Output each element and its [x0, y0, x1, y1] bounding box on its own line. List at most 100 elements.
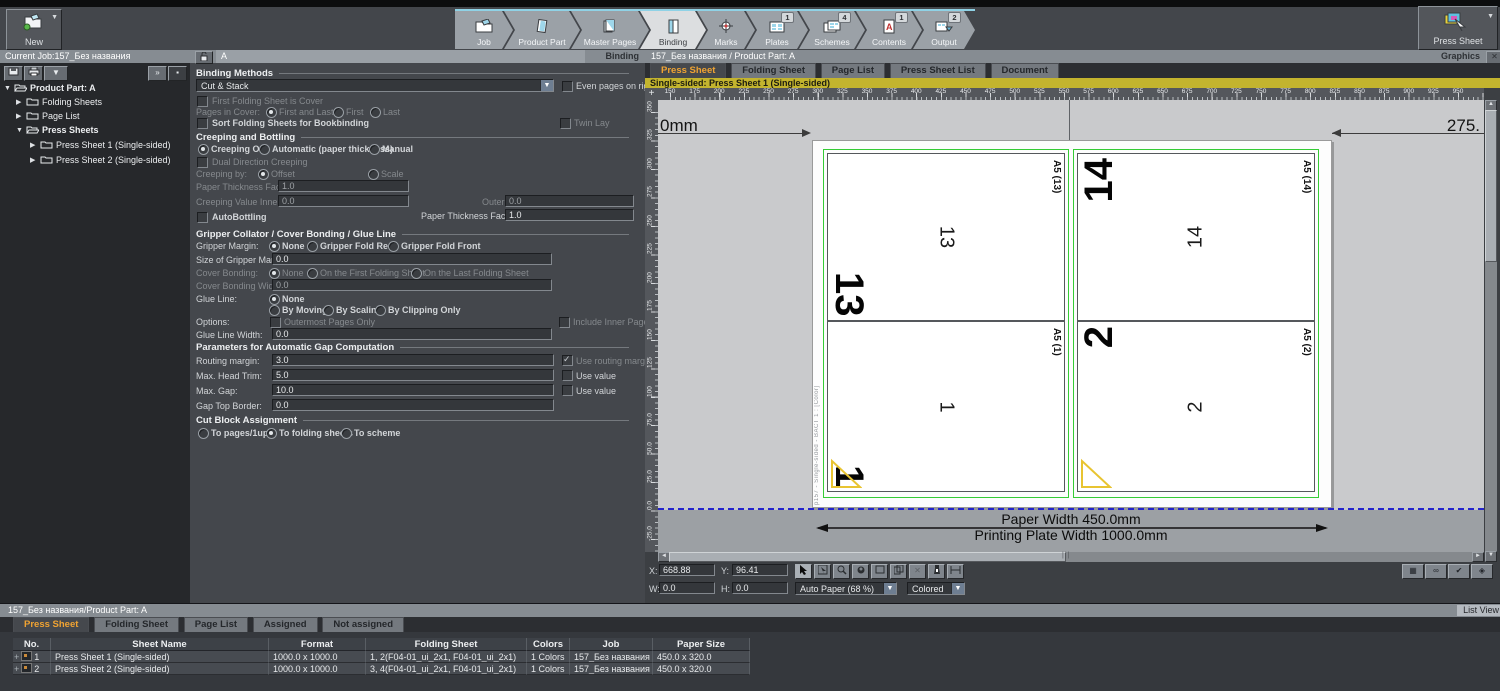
tab-folding-sheet[interactable]: Folding Sheet — [731, 63, 816, 78]
page-cell-14[interactable]: A5 (14) 14 14 — [1077, 153, 1315, 321]
cell-no[interactable]: +2 — [13, 663, 51, 675]
workflow-step-product-part[interactable]: Product Part — [504, 11, 580, 49]
workflow-step-plates[interactable]: 1 Plates — [746, 11, 808, 49]
h-scroll-grip[interactable]: ||| — [1062, 552, 1070, 559]
tree-item-page-list[interactable]: ▶ Page List — [16, 110, 80, 122]
col-format[interactable]: Format — [269, 638, 366, 651]
glue-none-radio[interactable] — [269, 294, 280, 305]
glue-width-input[interactable] — [272, 328, 552, 340]
creeping-off-radio[interactable] — [198, 144, 209, 155]
col-job[interactable]: Job — [570, 638, 653, 651]
press-sheet[interactable]: A5 (13) 13 13 A5 (1) 1 1 A5 (14) 14 — [812, 140, 1332, 508]
cell-format[interactable]: 1000.0 x 1000.0 — [269, 663, 366, 675]
glue-clipping-radio[interactable] — [375, 305, 386, 316]
new-button[interactable]: ▼ New — [6, 9, 62, 50]
tab-press-sheet-bottom[interactable]: Press Sheet — [13, 617, 89, 632]
collapsed-arrow-icon[interactable]: ▶ — [16, 112, 23, 120]
pages-tool-button[interactable] — [890, 564, 907, 579]
table-row[interactable]: +1 Press Sheet 1 (Single-sided) 1000.0 x… — [13, 651, 750, 663]
link-sheets-button[interactable]: ∞ — [1425, 564, 1447, 579]
tree-item-folding-sheets[interactable]: ▶ Folding Sheets — [16, 96, 102, 108]
gripper-rear-radio[interactable] — [307, 241, 318, 252]
measure-tool-button[interactable] — [947, 564, 964, 579]
tree-item-press-sheet-2[interactable]: ▶ Press Sheet 2 (Single-sided) — [30, 154, 171, 166]
more-actions-dropdown[interactable]: ▼ — [44, 66, 68, 81]
page-cell-2[interactable]: A5 (2) 2 2 — [1077, 321, 1315, 492]
beamer-button[interactable]: ◈ — [1471, 564, 1493, 579]
tab-not-assigned[interactable]: Not assigned — [322, 617, 404, 632]
tab-press-sheet-list[interactable]: Press Sheet List — [890, 63, 986, 78]
scroll-right-icon[interactable]: ► — [1472, 552, 1484, 562]
page-cell-1[interactable]: A5 (1) 1 1 — [827, 321, 1065, 492]
forward-button[interactable]: » — [148, 66, 167, 81]
zoom-tool-button[interactable] — [833, 564, 850, 579]
gap-top-input[interactable] — [272, 399, 554, 411]
x-input[interactable] — [659, 564, 715, 576]
cell-paper-size[interactable]: 450.0 x 320.0 — [653, 651, 750, 663]
v-scroll-thumb[interactable] — [1485, 110, 1497, 262]
cut-pages-radio[interactable] — [198, 428, 209, 439]
cut-scheme-radio[interactable] — [341, 428, 352, 439]
max-gap-input[interactable] — [272, 384, 554, 396]
col-no[interactable]: No. — [13, 638, 51, 651]
cell-colors[interactable]: 1 Colors — [527, 651, 570, 663]
plate-view-button[interactable]: ▦ — [1402, 564, 1424, 579]
workflow-step-master-pages[interactable]: Master Pages — [571, 11, 649, 49]
h-scroll-thumb[interactable] — [669, 552, 1066, 562]
press-sheet-view-button[interactable]: ▼ Press Sheet — [1418, 6, 1498, 50]
list-view-button[interactable]: List View — [1457, 605, 1500, 616]
routing-input[interactable] — [272, 354, 554, 366]
new-dropdown-arrow-icon[interactable]: ▼ — [51, 14, 58, 21]
tab-page-list[interactable]: Page List — [821, 63, 885, 78]
cell-format[interactable]: 1000.0 x 1000.0 — [269, 651, 366, 663]
tree-item-press-sheet-1[interactable]: ▶ Press Sheet 1 (Single-sided) — [30, 139, 171, 151]
cell-job[interactable]: 157_Без названия — [570, 663, 653, 675]
cell-folding-sheet[interactable]: 1, 2(F04-01_ui_2x1, F04-01_ui_2x1) — [366, 651, 527, 663]
zoom-select[interactable]: Auto Paper (68 %) ▼ — [795, 582, 897, 595]
select-tool-button[interactable] — [795, 564, 812, 579]
pin-panel-button[interactable]: ▪ — [168, 66, 187, 81]
tree-item-product-part[interactable]: ▼ Product Part: A — [4, 82, 96, 94]
expanded-arrow-icon[interactable]: ▼ — [4, 85, 11, 92]
w-input[interactable] — [659, 582, 715, 594]
head-trim-input[interactable] — [272, 369, 554, 381]
ink-tool-button[interactable] — [928, 564, 945, 579]
pan-tool-button[interactable] — [852, 564, 869, 579]
h-input[interactable] — [732, 582, 788, 594]
tree-item-press-sheets[interactable]: ▼ Press Sheets — [16, 124, 99, 136]
ruler-origin-icon[interactable]: + — [645, 88, 658, 100]
cell-paper-size[interactable]: 450.0 x 320.0 — [653, 663, 750, 675]
tab-folding-sheet-bottom[interactable]: Folding Sheet — [94, 617, 179, 632]
col-colors[interactable]: Colors — [527, 638, 570, 651]
paper-thickness2-input[interactable] — [505, 209, 634, 221]
frame-tool-button[interactable] — [871, 564, 888, 579]
even-pages-checkbox[interactable] — [562, 81, 573, 92]
collapsed-arrow-icon[interactable]: ▶ — [30, 156, 37, 164]
h-scrollbar[interactable]: ◄ ► ||| — [658, 552, 1484, 562]
tab-page-list-bottom[interactable]: Page List — [184, 617, 248, 632]
scroll-down-icon[interactable]: ▼ — [1485, 551, 1497, 562]
collapsed-arrow-icon[interactable]: ▶ — [16, 98, 23, 106]
chevron-down-icon[interactable]: ▼ — [951, 583, 964, 594]
expanded-arrow-icon[interactable]: ▼ — [16, 127, 23, 134]
creeping-auto-radio[interactable] — [259, 144, 270, 155]
h-ruler[interactable]: 1501752002252502753003253503754004254504… — [658, 88, 1484, 100]
workflow-step-job[interactable]: Job — [455, 11, 513, 49]
lock-icon[interactable] — [195, 51, 213, 64]
cut-folding-radio[interactable] — [266, 428, 277, 439]
binding-method-select[interactable]: Cut & Stack ▼ — [196, 79, 554, 92]
cell-sheet-name[interactable]: Press Sheet 1 (Single-sided) — [51, 651, 269, 663]
workflow-step-schemes[interactable]: 4 Schemes — [799, 11, 865, 49]
sort-bookbinding-checkbox[interactable] — [197, 118, 208, 129]
size-gripper-input[interactable] — [272, 253, 552, 265]
gripper-front-radio[interactable] — [388, 241, 399, 252]
glue-scaling-radio[interactable] — [323, 305, 334, 316]
chevron-down-icon[interactable]: ▼ — [883, 583, 896, 594]
print-button[interactable] — [24, 66, 43, 81]
v-scrollbar[interactable]: ▲ ▼ — [1485, 100, 1497, 562]
glue-moving-radio[interactable] — [269, 305, 280, 316]
cell-no[interactable]: +1 — [13, 651, 51, 663]
col-paper-size[interactable]: Paper Size — [653, 638, 750, 651]
v-ruler[interactable]: 35032530027525022520017515012510075.050.… — [645, 100, 658, 552]
color-mode-select[interactable]: Colored ▼ — [907, 582, 965, 595]
